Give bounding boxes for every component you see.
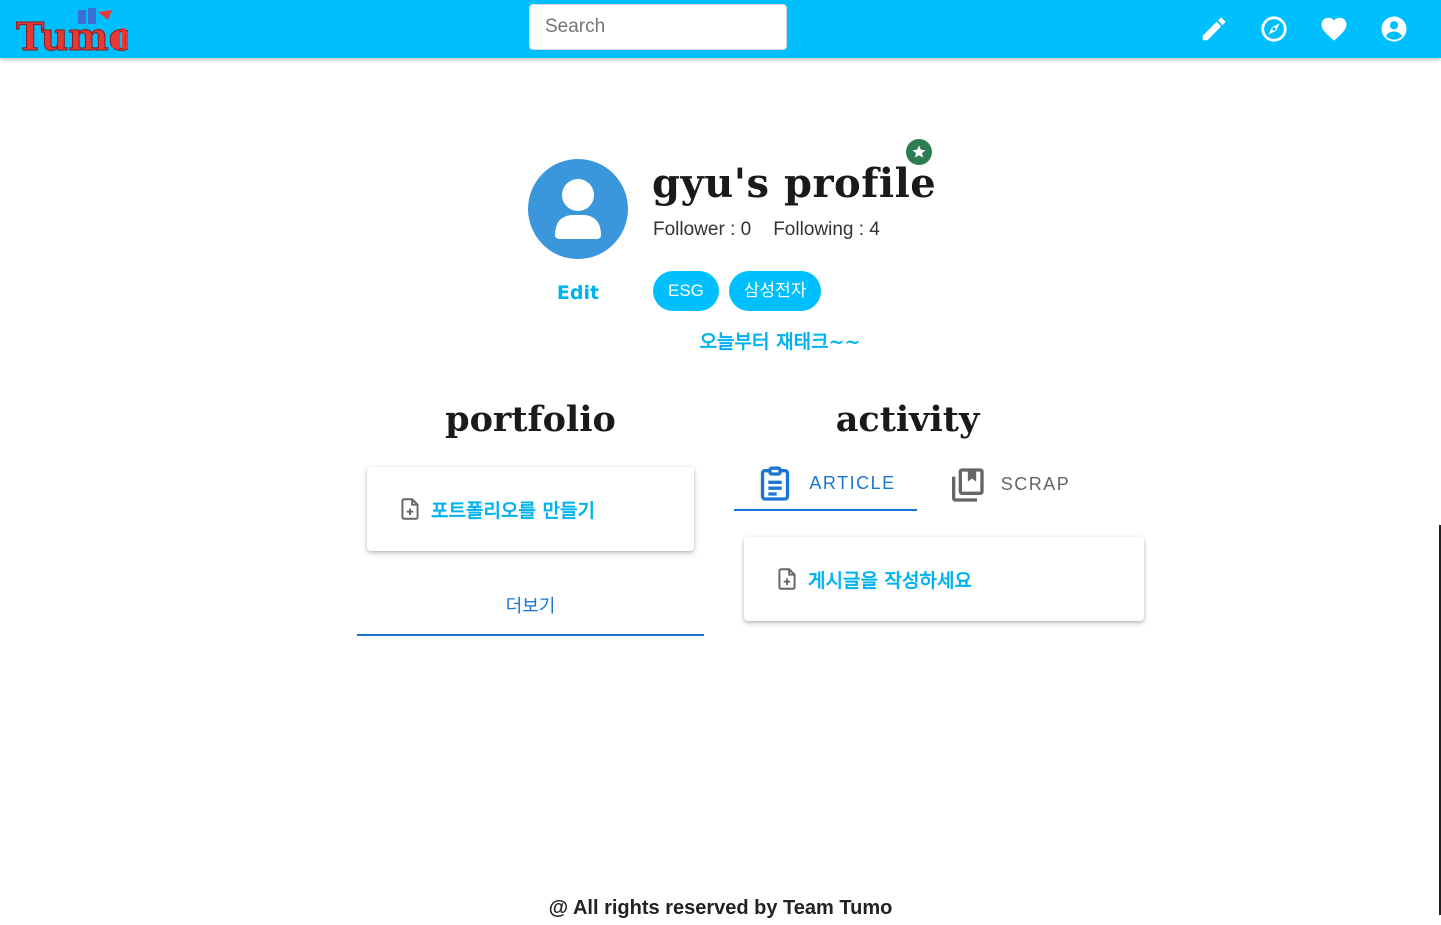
create-portfolio-card[interactable]: 포트폴리오를 만들기 xyxy=(367,467,694,551)
write-article-label: 게시글을 작성하세요 xyxy=(808,569,972,592)
portfolio-title: portfolio xyxy=(445,399,616,440)
bookmarks-icon xyxy=(951,467,984,502)
search-box[interactable] xyxy=(529,4,787,50)
tag-chips: ESG 삼성전자 xyxy=(653,271,822,311)
account-circle-icon[interactable] xyxy=(1379,14,1409,44)
profile-bio: 오늘부터 재태크~~ xyxy=(699,331,861,353)
user-silhouette-icon xyxy=(555,179,601,239)
tab-scrap-label: SCRAP xyxy=(1000,474,1071,494)
tag-chip-esg[interactable]: ESG xyxy=(653,271,719,311)
activity-title: activity xyxy=(835,399,980,440)
clipboard-icon xyxy=(761,466,790,501)
new-file-icon xyxy=(401,498,419,520)
pencil-icon[interactable] xyxy=(1199,14,1229,44)
tab-article-label: ARTICLE xyxy=(809,473,896,493)
avatar xyxy=(528,159,628,259)
new-file-icon xyxy=(778,568,796,590)
create-portfolio-label: 포트폴리오를 만들기 xyxy=(431,499,595,522)
write-article-card[interactable]: 게시글을 작성하세요 xyxy=(744,537,1144,621)
profile-title: gyu's profile xyxy=(652,160,937,207)
search-input[interactable] xyxy=(530,5,786,49)
following-count[interactable]: Following : 4 xyxy=(773,219,880,240)
star-badge-icon xyxy=(906,139,932,165)
svg-text:Tumo: Tumo xyxy=(16,14,128,56)
app-bar: Tumo xyxy=(0,0,1441,60)
compass-icon[interactable] xyxy=(1259,14,1289,44)
follow-stats: Follower : 0 Following : 4 xyxy=(653,219,902,241)
follower-count[interactable]: Follower : 0 xyxy=(653,219,751,240)
more-button[interactable]: 더보기 xyxy=(357,590,704,636)
tag-chip-samsung[interactable]: 삼성전자 xyxy=(728,271,822,311)
tab-scrap[interactable]: SCRAP xyxy=(917,458,1100,511)
tumo-logo[interactable]: Tumo xyxy=(16,6,134,60)
footer-text: @ All rights reserved by Team Tumo xyxy=(548,897,893,919)
edit-profile-link[interactable]: Edit xyxy=(528,282,628,304)
tab-article[interactable]: ARTICLE xyxy=(734,458,917,511)
heart-icon[interactable] xyxy=(1319,14,1349,44)
